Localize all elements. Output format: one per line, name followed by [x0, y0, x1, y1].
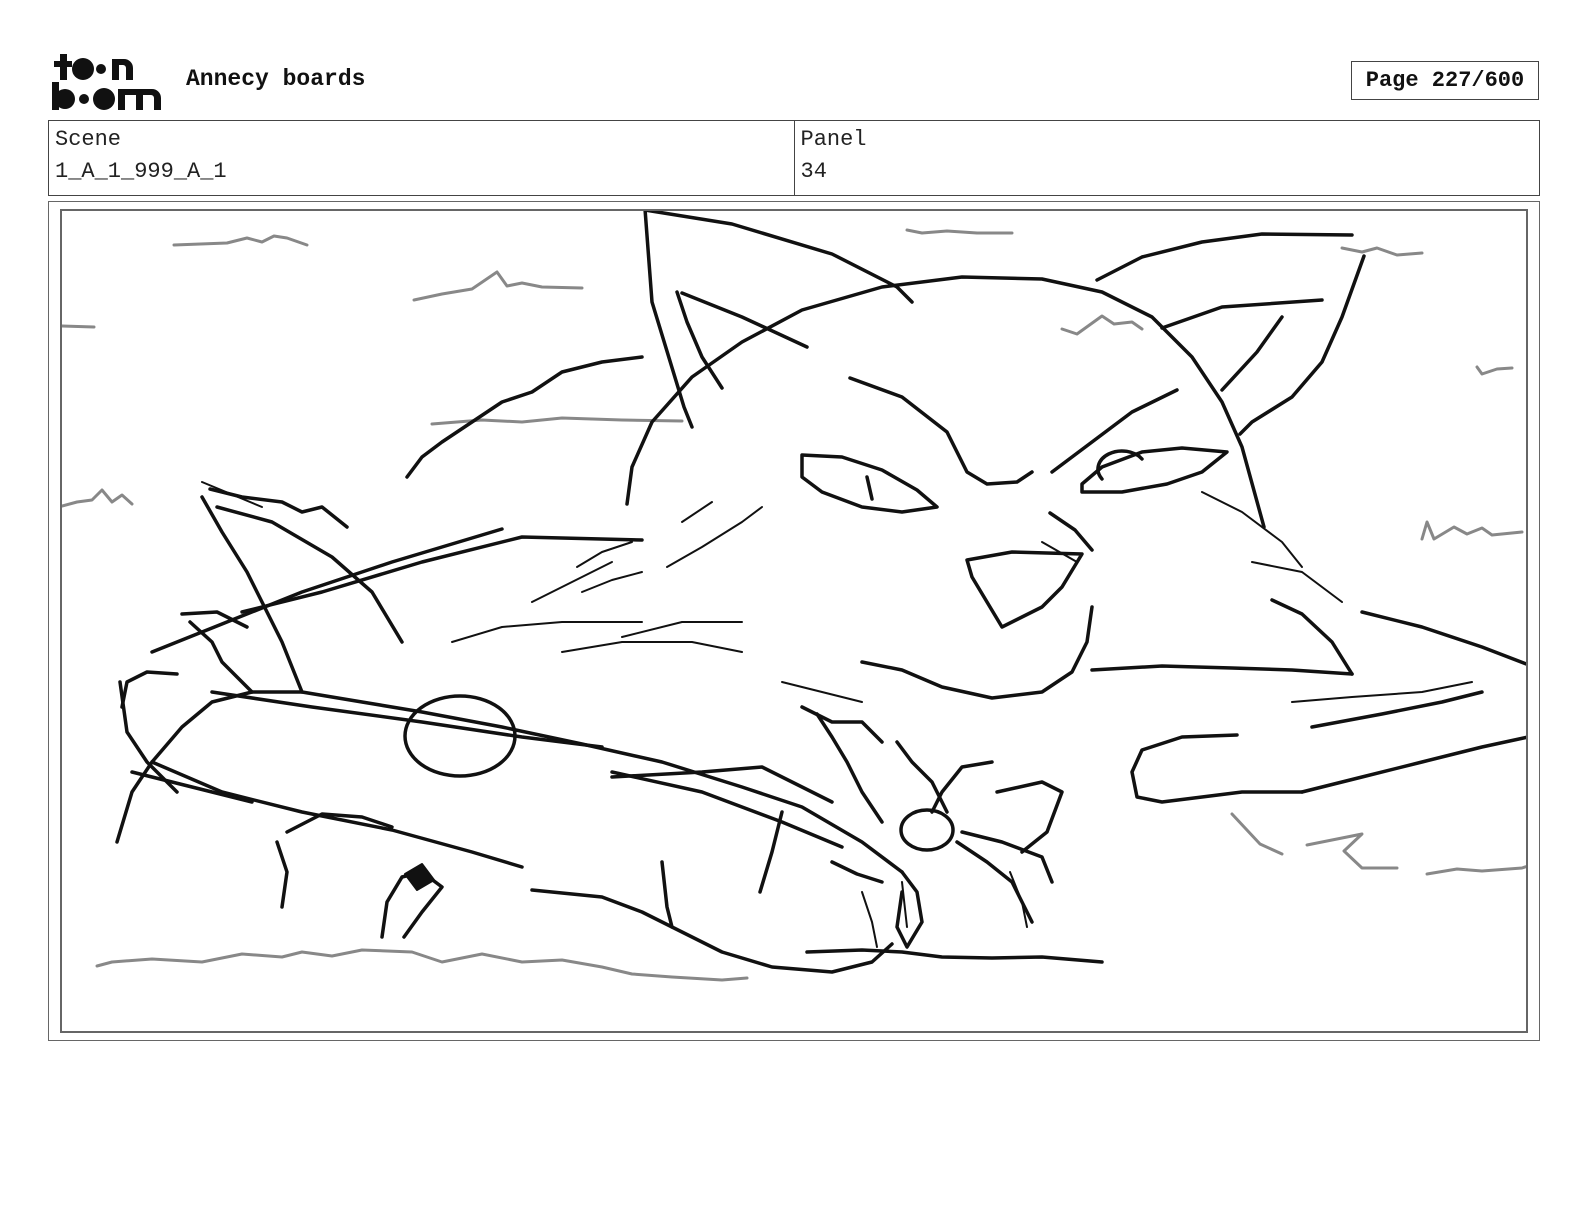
scene-label: Scene — [55, 127, 122, 152]
page-indicator: Page 227/600 — [1351, 61, 1539, 100]
detail-strokes — [201, 481, 1473, 948]
panel-cell: Panel 34 — [793, 121, 1540, 195]
scene-value: 1_A_1_999_A_1 — [55, 159, 227, 184]
scene-cell: Scene 1_A_1_999_A_1 — [49, 121, 794, 195]
storyboard-sketch — [60, 209, 1528, 1033]
panel-value: 34 — [800, 159, 827, 184]
scene-info-table: Scene 1_A_1_999_A_1 Panel 34 — [48, 120, 1540, 196]
toonboom-logo — [52, 54, 161, 110]
document-title: Annecy boards — [186, 66, 366, 92]
panel-label: Panel — [800, 127, 867, 152]
fox-outline — [115, 211, 1526, 974]
sketch-drawing — [62, 211, 1526, 982]
